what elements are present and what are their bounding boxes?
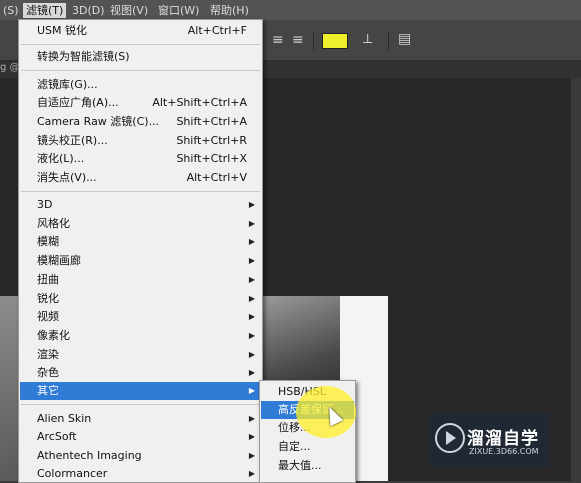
menu-divider	[21, 191, 260, 192]
submenu-arrow-icon: ▶	[248, 368, 255, 377]
menu-divider	[21, 44, 260, 45]
submenu-arrow-icon: ▶	[248, 432, 255, 441]
panel-scrollbar[interactable]	[571, 78, 581, 481]
menu-item-athentech-imaging[interactable]: Athentech Imaging ▶	[20, 447, 261, 465]
menu-item-arcsoft[interactable]: ArcSoft ▶	[20, 428, 261, 446]
align-right-icon[interactable]: ≡	[292, 33, 304, 47]
menu-item-filter-gallery[interactable]: 滤镜库(G)...	[20, 76, 261, 94]
submenu-item-maximum[interactable]: 最大值...	[261, 457, 354, 475]
menu-item-alien-skin[interactable]: Alien Skin ▶	[20, 410, 261, 428]
submenu-arrow-icon: ▶	[248, 312, 255, 321]
watermark-title: 溜溜自学	[467, 429, 539, 449]
menu-item-pixelate[interactable]: 像素化 ▶	[20, 327, 261, 345]
menu-view[interactable]: 视图(V)	[107, 3, 151, 18]
menubar: (S) 滤镜(T) 3D(D) 视图(V) 窗口(W) 帮助(H)	[0, 0, 581, 20]
toolbar-divider	[313, 31, 314, 51]
menu-item-stylize[interactable]: 风格化 ▶	[20, 215, 261, 233]
menu-item-usm-sharpen[interactable]: USM 锐化 Alt+Ctrl+F	[20, 22, 261, 40]
menu-filter[interactable]: 滤镜(T)	[23, 3, 67, 18]
submenu-arrow-icon: ▶	[248, 200, 255, 209]
watermark: 溜溜自学 ZIXUE.3D66.COM	[429, 413, 549, 467]
menu-item-adaptive-wide-angle[interactable]: 自适应广角(A)... Alt+Shift+Ctrl+A	[20, 94, 261, 112]
submenu-arrow-icon: ▶	[248, 237, 255, 246]
submenu-arrow-icon: ▶	[248, 275, 255, 284]
text-color-swatch[interactable]	[322, 33, 348, 49]
menu-item-blur[interactable]: 模糊 ▶	[20, 233, 261, 251]
menu-item-distort[interactable]: 扭曲 ▶	[20, 271, 261, 289]
menu-item-vanishing-point[interactable]: 消失点(V)... Alt+Ctrl+V	[20, 169, 261, 187]
menu-item-noise[interactable]: 杂色 ▶	[20, 364, 261, 382]
play-logo-icon	[435, 423, 465, 453]
toolbar-divider	[388, 31, 389, 51]
align-center-icon[interactable]: ≡	[272, 33, 284, 47]
menu-item-camera-raw[interactable]: Camera Raw 滤镜(C)... Shift+Ctrl+A	[20, 113, 261, 131]
menu-divider	[21, 404, 260, 405]
submenu-item-custom[interactable]: 自定...	[261, 438, 354, 456]
document-tab-title[interactable]: g @	[0, 62, 20, 73]
menu-3d[interactable]: 3D(D)	[69, 3, 108, 18]
submenu-arrow-icon: ▶	[248, 256, 255, 265]
filter-menu: USM 锐化 Alt+Ctrl+F 转换为智能滤镜(S) 滤镜库(G)... 自…	[18, 19, 263, 483]
submenu-arrow-icon: ▶	[248, 414, 255, 423]
submenu-arrow-icon: ▶	[248, 386, 255, 395]
menu-select[interactable]: (S)	[0, 3, 22, 18]
watermark-url: ZIXUE.3D66.COM	[469, 447, 539, 456]
menu-help[interactable]: 帮助(H)	[207, 3, 252, 18]
menu-window[interactable]: 窗口(W)	[155, 3, 202, 18]
menu-item-liquify[interactable]: 液化(L)... Shift+Ctrl+X	[20, 150, 261, 168]
submenu-arrow-icon: ▶	[248, 331, 255, 340]
menu-item-colormancer[interactable]: Colormancer ▶	[20, 465, 261, 483]
menu-item-blur-gallery[interactable]: 模糊画廊 ▶	[20, 252, 261, 270]
submenu-arrow-icon: ▶	[248, 294, 255, 303]
menu-item-lens-correction[interactable]: 镜头校正(R)... Shift+Ctrl+R	[20, 132, 261, 150]
menu-item-sharpen[interactable]: 锐化 ▶	[20, 290, 261, 308]
menu-item-3d[interactable]: 3D ▶	[20, 196, 261, 214]
menu-item-other[interactable]: 其它 ▶	[20, 382, 261, 400]
submenu-arrow-icon: ▶	[248, 350, 255, 359]
submenu-arrow-icon: ▶	[248, 219, 255, 228]
menu-item-video[interactable]: 视频 ▶	[20, 308, 261, 326]
menu-divider	[21, 70, 260, 71]
menu-item-convert-smart-filter[interactable]: 转换为智能滤镜(S)	[20, 48, 261, 66]
panels-toggle-icon[interactable]: ▤	[398, 32, 411, 46]
submenu-arrow-icon: ▶	[248, 469, 255, 478]
menu-item-render[interactable]: 渲染 ▶	[20, 346, 261, 364]
submenu-arrow-icon: ▶	[248, 451, 255, 460]
warp-text-icon[interactable]: ⟂	[363, 32, 372, 46]
